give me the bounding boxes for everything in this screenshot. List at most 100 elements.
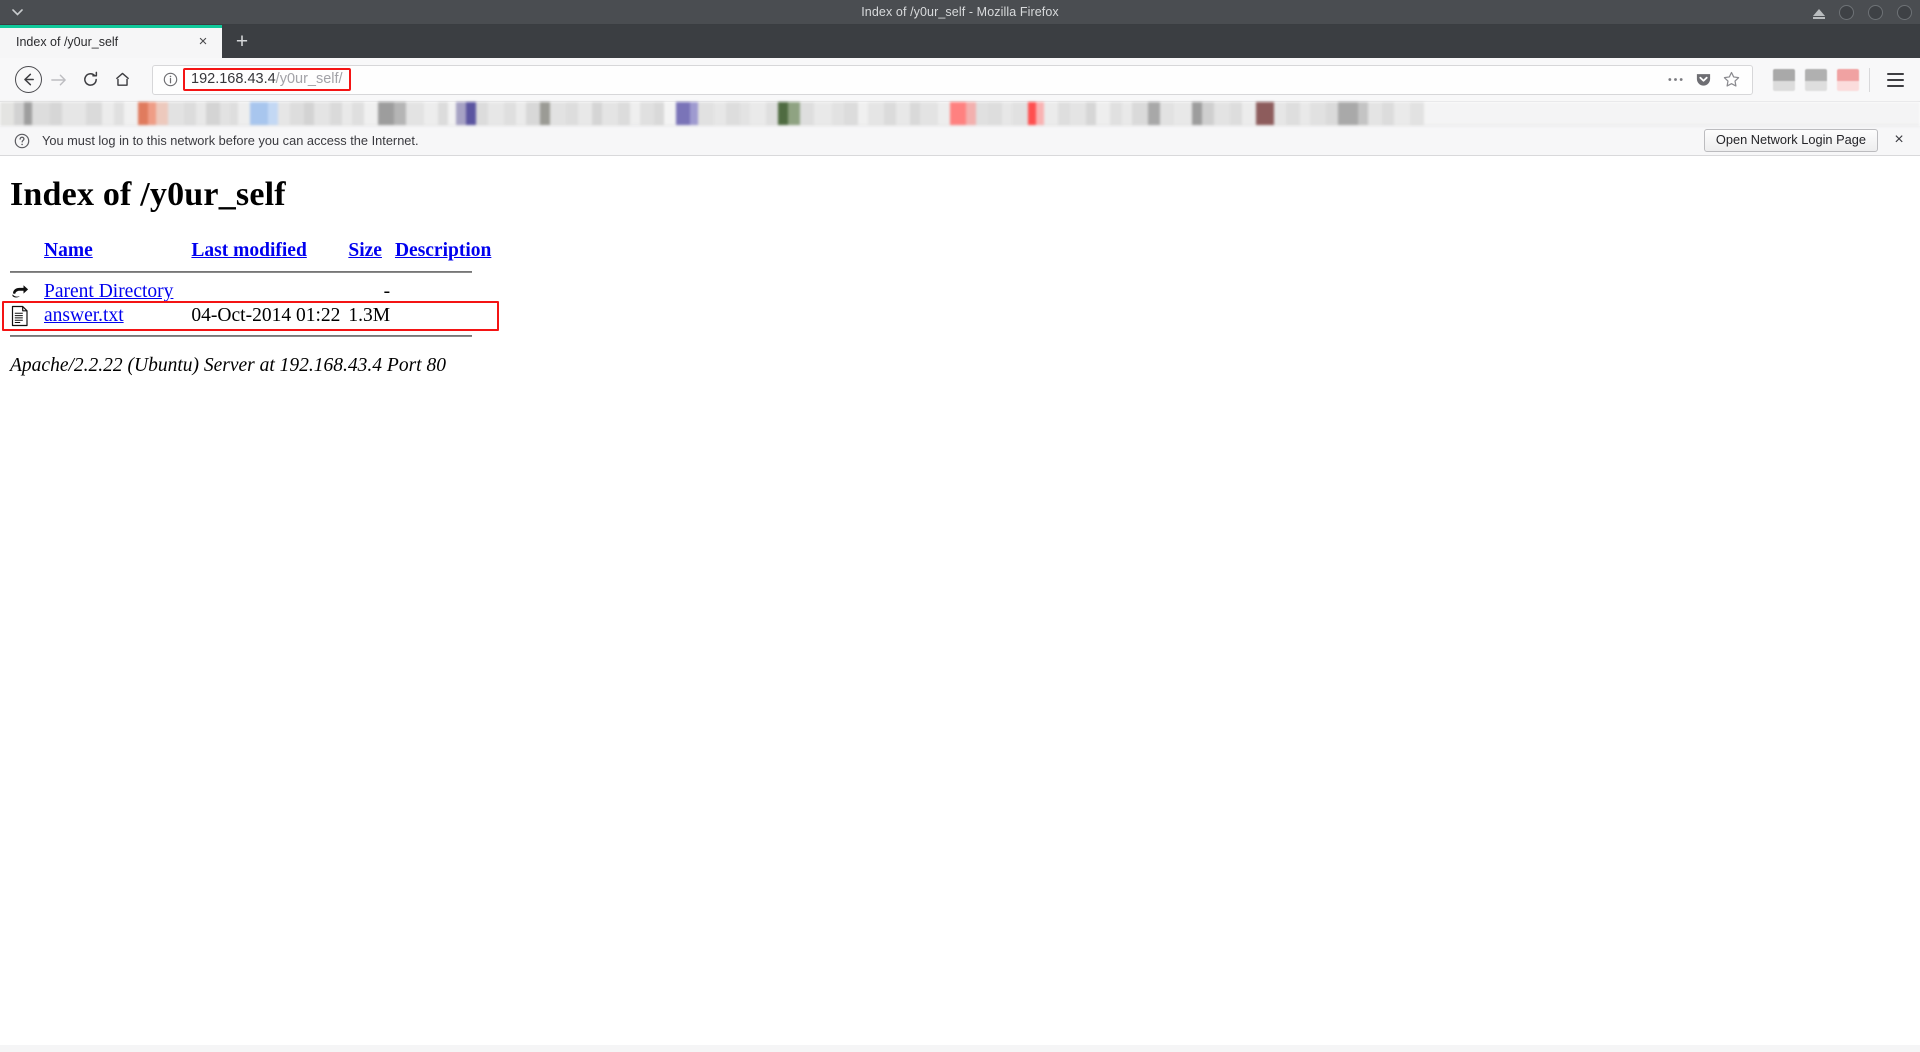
bookmark-item[interactable]: [1394, 102, 1410, 125]
bookmark-item[interactable]: [1012, 102, 1028, 125]
bookmark-item[interactable]: [342, 102, 352, 125]
bookmark-item[interactable]: [1028, 102, 1036, 125]
bookmark-item[interactable]: [124, 102, 138, 125]
bookmark-item[interactable]: [698, 102, 714, 125]
url-bar[interactable]: 192.168.43.4/y0ur_self/: [152, 64, 1753, 95]
bookmarks-bar[interactable]: [0, 102, 1920, 126]
bookmark-item[interactable]: [988, 102, 1002, 125]
bookmark-item[interactable]: [448, 102, 456, 125]
bookmark-item[interactable]: [314, 102, 330, 125]
extension-icon-2[interactable]: [1805, 68, 1827, 91]
bookmark-item[interactable]: [750, 102, 766, 125]
bookmark-item[interactable]: [676, 102, 690, 125]
bookmark-item[interactable]: [1230, 102, 1242, 125]
extension-icon-1[interactable]: [1773, 68, 1795, 91]
bookmark-item[interactable]: [184, 102, 196, 125]
maximize-icon[interactable]: [1868, 5, 1883, 20]
new-tab-button[interactable]: +: [222, 25, 262, 58]
bookmark-item[interactable]: [1410, 102, 1424, 125]
bookmark-item[interactable]: [1310, 102, 1326, 125]
bookmark-item[interactable]: [1036, 102, 1044, 125]
bookmark-item[interactable]: [1368, 102, 1382, 125]
bookmark-item[interactable]: [630, 102, 640, 125]
bookmark-item[interactable]: [1358, 102, 1368, 125]
bookmark-item[interactable]: [976, 102, 988, 125]
open-network-login-page-button[interactable]: Open Network Login Page: [1703, 128, 1878, 153]
bookmark-item[interactable]: [268, 102, 278, 125]
bookmark-item[interactable]: [394, 102, 406, 125]
bookmark-item[interactable]: [766, 102, 778, 125]
bookmark-item[interactable]: [352, 102, 364, 125]
bookmark-item[interactable]: [1242, 102, 1256, 125]
bookmark-item[interactable]: [910, 102, 920, 125]
tab-index-of-y0ur-self[interactable]: Index of /y0ur_self ×: [0, 25, 222, 58]
bookmark-item[interactable]: [950, 102, 966, 125]
bookmark-item[interactable]: [1326, 102, 1338, 125]
bookmark-item[interactable]: [456, 102, 466, 125]
bookmark-item[interactable]: [540, 102, 550, 125]
answer-txt-link[interactable]: answer.txt: [44, 305, 124, 326]
bookmark-item[interactable]: [618, 102, 630, 125]
table-row[interactable]: answer.txt 04-Oct-2014 01:22 1.3M: [10, 304, 491, 328]
bookmark-item[interactable]: [0, 102, 14, 125]
bookmark-item[interactable]: [1174, 102, 1192, 125]
info-circle-icon[interactable]: [159, 69, 181, 91]
bookmark-item[interactable]: [884, 102, 896, 125]
eject-icon[interactable]: [1813, 9, 1825, 19]
bookmark-item[interactable]: [1202, 102, 1214, 125]
bookmark-item[interactable]: [230, 102, 238, 125]
bookmark-item[interactable]: [168, 102, 184, 125]
star-icon[interactable]: [1718, 67, 1744, 93]
bookmark-item[interactable]: [1382, 102, 1394, 125]
bookmark-item[interactable]: [14, 102, 24, 125]
bookmark-item[interactable]: [1286, 102, 1300, 125]
pocket-icon[interactable]: [1690, 67, 1716, 93]
bookmark-item[interactable]: [330, 102, 342, 125]
bookmark-item[interactable]: [378, 102, 394, 125]
bookmark-item[interactable]: [364, 102, 378, 125]
bookmark-item[interactable]: [920, 102, 938, 125]
bookmark-item[interactable]: [788, 102, 800, 125]
bookmark-item[interactable]: [220, 102, 230, 125]
bookmark-item[interactable]: [466, 102, 476, 125]
bookmark-item[interactable]: [516, 102, 526, 125]
ellipsis-icon[interactable]: [1662, 67, 1688, 93]
bookmark-item[interactable]: [778, 102, 788, 125]
tab-close-icon[interactable]: ×: [192, 31, 214, 53]
bookmark-item[interactable]: [138, 102, 148, 125]
bookmark-item[interactable]: [488, 102, 504, 125]
bookmark-item[interactable]: [476, 102, 488, 125]
bookmark-item[interactable]: [1132, 102, 1148, 125]
bookmark-item[interactable]: [32, 102, 50, 125]
bookmark-item[interactable]: [1058, 102, 1070, 125]
bookmark-item[interactable]: [1192, 102, 1202, 125]
bookmark-item[interactable]: [50, 102, 62, 125]
sort-by-name-link[interactable]: Name: [44, 240, 93, 261]
bookmark-item[interactable]: [526, 102, 540, 125]
minimize-icon[interactable]: [1839, 5, 1854, 20]
hamburger-menu-icon[interactable]: [1880, 65, 1910, 95]
bookmark-item[interactable]: [858, 102, 868, 125]
bookmark-item[interactable]: [578, 102, 592, 125]
bookmark-item[interactable]: [1002, 102, 1012, 125]
bookmark-item[interactable]: [654, 102, 664, 125]
bookmark-item[interactable]: [290, 102, 304, 125]
bookmark-item[interactable]: [832, 102, 844, 125]
bookmark-item[interactable]: [1300, 102, 1310, 125]
bookmark-item[interactable]: [664, 102, 676, 125]
sort-by-last-modified-link[interactable]: Last modified: [191, 240, 306, 261]
bookmark-item[interactable]: [640, 102, 654, 125]
bookmark-item[interactable]: [156, 102, 168, 125]
bookmark-item[interactable]: [406, 102, 424, 125]
bookmark-item[interactable]: [868, 102, 884, 125]
bookmark-item[interactable]: [304, 102, 314, 125]
bookmark-item[interactable]: [814, 102, 832, 125]
bookmark-item[interactable]: [602, 102, 618, 125]
bookmark-item[interactable]: [566, 102, 578, 125]
bookmark-item[interactable]: [1274, 102, 1286, 125]
bookmark-item[interactable]: [800, 102, 814, 125]
bookmark-item[interactable]: [1044, 102, 1058, 125]
bookmark-item[interactable]: [424, 102, 438, 125]
bookmark-item[interactable]: [844, 102, 858, 125]
bookmark-item[interactable]: [196, 102, 206, 125]
